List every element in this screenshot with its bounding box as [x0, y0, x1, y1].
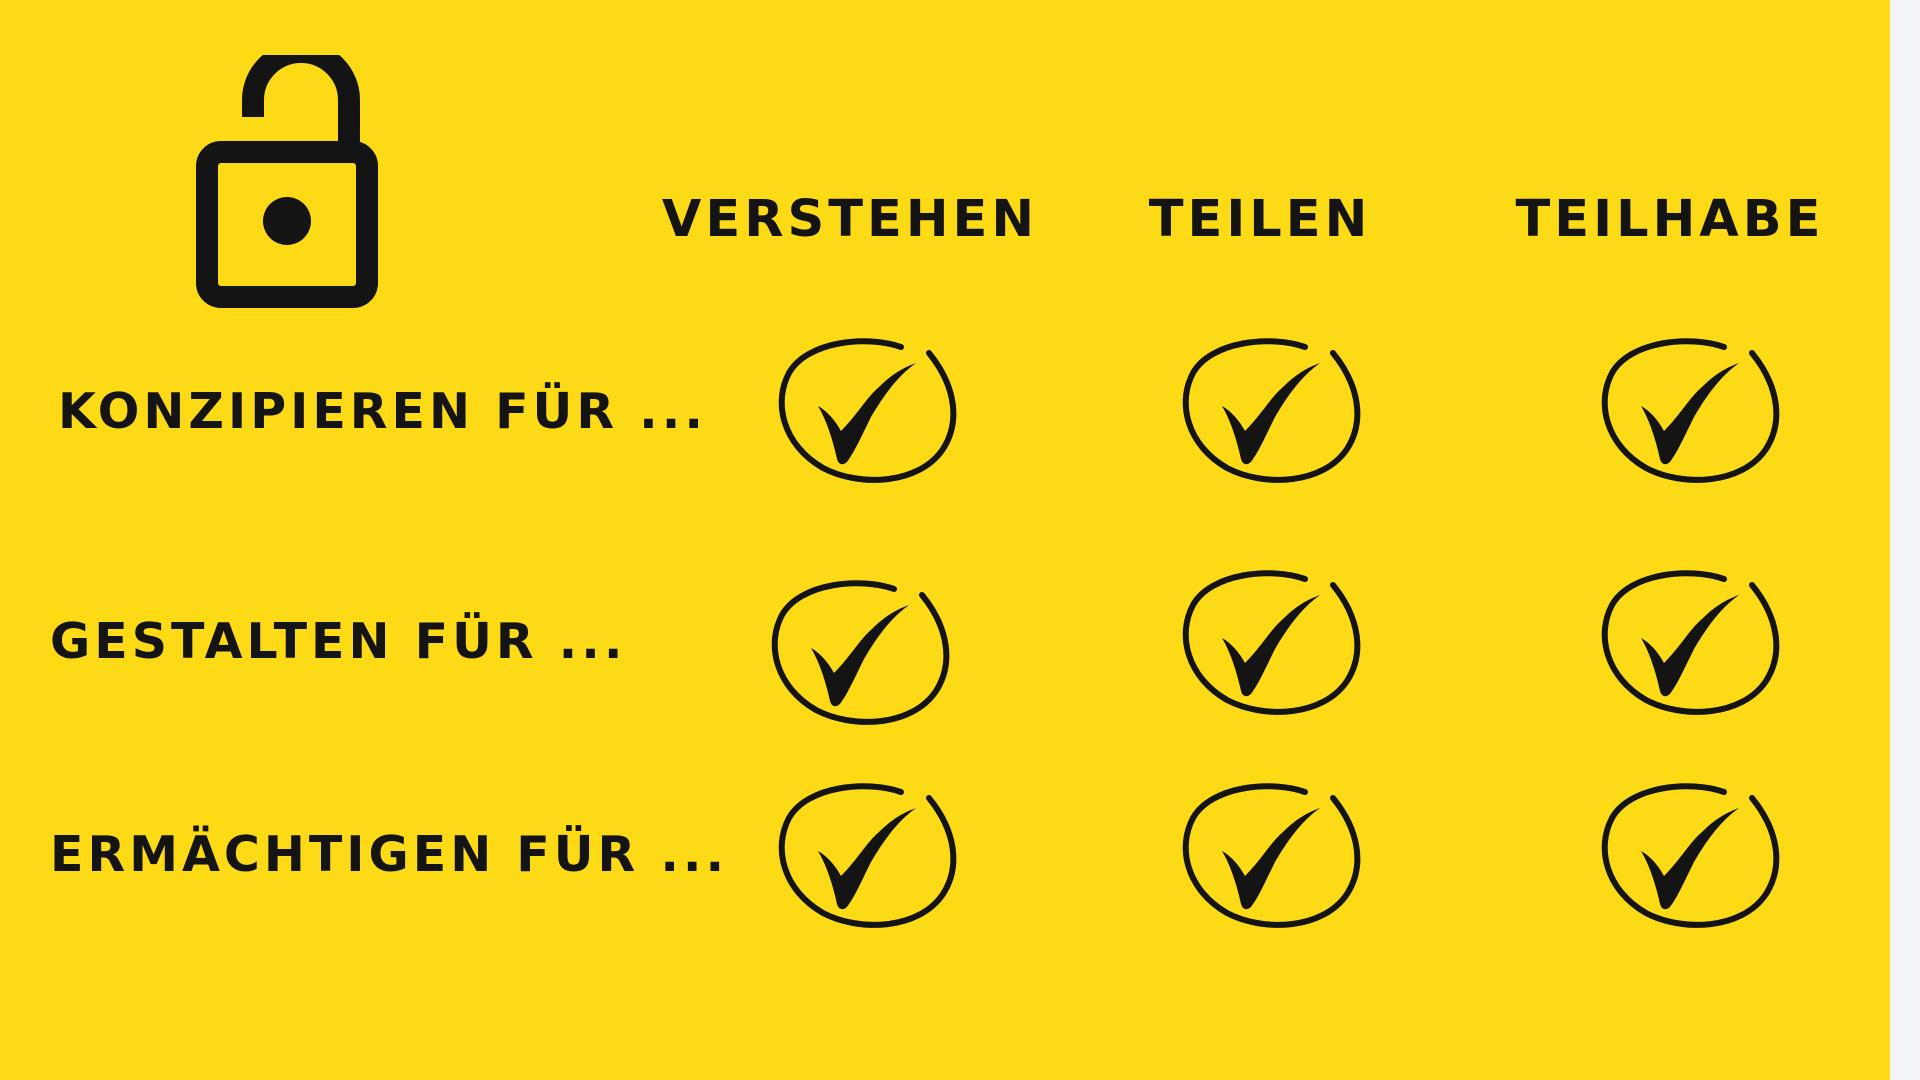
check-icon-r1-c1	[771, 335, 961, 490]
row-label-ermaechtigen: ERMÄCHTIGEN FÜR ...	[50, 826, 729, 883]
check-icon-r3-c1	[771, 780, 961, 935]
check-icon-r2-c2	[1175, 567, 1365, 722]
check-icon-r1-c3	[1594, 335, 1784, 490]
check-icon-r2-c3	[1594, 567, 1784, 722]
row-label-konzipieren: KONZIPIEREN FÜR ...	[58, 383, 707, 440]
check-icon-r1-c2	[1175, 335, 1365, 490]
check-icon-r2-c1	[764, 577, 954, 732]
check-icon-r3-c2	[1175, 780, 1365, 935]
right-side-strip	[1890, 0, 1920, 1080]
check-icon-r3-c3	[1594, 780, 1784, 935]
column-header-teilen: TEILEN	[1148, 190, 1372, 249]
column-header-verstehen: VERSTEHEN	[661, 190, 1039, 249]
column-header-teilhabe: TEILHABE	[1515, 190, 1825, 249]
row-label-gestalten: GESTALTEN FÜR ...	[50, 613, 627, 670]
unlocked-padlock-icon	[196, 55, 378, 308]
yellow-canvas: VERSTEHEN TEILEN TEILHABE KONZIPIEREN FÜ…	[0, 0, 1890, 1080]
